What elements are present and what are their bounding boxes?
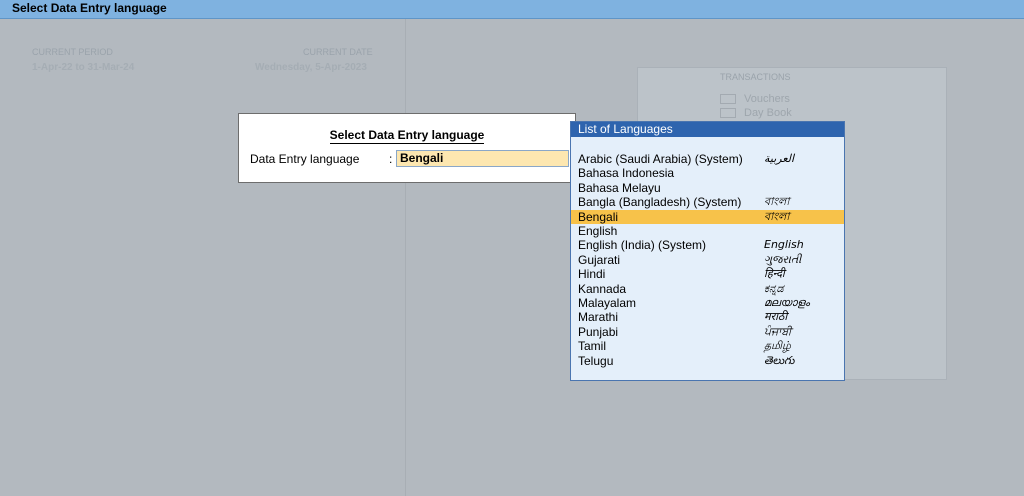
language-native-name: বাংলা (764, 195, 790, 209)
language-item[interactable]: Bengali বাংলা (571, 209, 844, 224)
current-period-label: CURRENT PERIOD (32, 47, 113, 57)
language-name: Marathi (578, 310, 619, 325)
language-native-name: English (764, 238, 804, 252)
language-native-name: العربية (764, 152, 795, 165)
field-colon: : (389, 152, 393, 166)
language-native-name: हिन्दी (764, 267, 785, 281)
language-native-name: मराठी (764, 310, 788, 324)
language-name: Hindi (578, 267, 606, 282)
data-entry-language-label: Data Entry language (250, 152, 360, 166)
languages-list-header: List of Languages (571, 122, 844, 137)
current-period-value: 1-Apr-22 to 31-Mar-24 (32, 62, 135, 73)
language-item[interactable]: Gujarati ગુજરાતી (571, 253, 844, 267)
language-item[interactable]: English (571, 224, 844, 238)
language-item[interactable]: Bahasa Indonesia (571, 166, 844, 180)
language-item[interactable]: Hindi हिन्दी (571, 267, 844, 281)
language-item[interactable]: Malayalam മലയാളം (571, 296, 844, 310)
window-titlebar: Select Data Entry language (0, 0, 1024, 19)
select-language-dialog: Select Data Entry language Data Entry la… (238, 113, 576, 183)
language-name: Bengali (578, 209, 619, 224)
language-name: Arabic (Saudi Arabia) (System) (578, 152, 743, 166)
language-item[interactable]: Bahasa Melayu (571, 181, 844, 195)
panel-divider (405, 19, 406, 496)
language-name: Bangla (Bangladesh) (System) (578, 195, 742, 210)
current-date-label: CURRENT DATE (303, 47, 373, 57)
language-native-name: ಕನ್ನಡ (764, 281, 784, 295)
language-item[interactable]: Punjabi ਪੰਜਾਬੀ (571, 325, 844, 339)
language-name: English (578, 224, 618, 238)
language-item[interactable]: Tamil தமிழ் (571, 339, 844, 353)
language-name: Gujarati (578, 252, 621, 267)
language-name: English (India) (System) (578, 238, 707, 253)
language-native-name: తెలుగు (764, 353, 795, 367)
day-book-icon (720, 108, 736, 119)
language-item[interactable]: English (India) (System) English (571, 238, 844, 252)
language-name: Punjabi (578, 324, 619, 339)
voucher-icon (720, 94, 736, 105)
language-item[interactable]: Bangla (Bangladesh) (System) বাংলা (571, 195, 844, 209)
data-entry-language-field[interactable]: Bengali (396, 150, 569, 167)
language-name: Kannada (578, 281, 627, 296)
language-name: Malayalam (578, 296, 637, 310)
transactions-heading: TRANSACTIONS (720, 72, 791, 82)
language-native-name: বাংলা (764, 209, 790, 223)
language-item[interactable]: Marathi मराठी (571, 310, 844, 324)
language-native-name: ਪੰਜਾਬੀ (764, 324, 792, 338)
window-title: Select Data Entry language (12, 1, 167, 15)
language-item[interactable]: Kannada ಕನ್ನಡ (571, 282, 844, 296)
language-name: Bahasa Melayu (578, 180, 661, 195)
languages-list: List of Languages Arabic (Saudi Arabia) … (570, 121, 845, 381)
day-book-menu-item[interactable]: Day Book (720, 107, 792, 119)
day-book-label: Day Book (744, 107, 792, 119)
vouchers-label: Vouchers (744, 93, 790, 105)
language-item[interactable]: Arabic (Saudi Arabia) (System) العربية (571, 152, 844, 166)
language-native-name: മലയാളം (764, 296, 810, 309)
language-name: Tamil (578, 339, 607, 354)
language-item[interactable]: Telugu తెలుగు (571, 354, 844, 368)
language-name: Bahasa Indonesia (578, 166, 675, 181)
dialog-title: Select Data Entry language (329, 128, 485, 144)
vouchers-menu-item[interactable]: Vouchers (720, 93, 790, 105)
current-date-value: Wednesday, 5-Apr-2023 (255, 62, 367, 73)
language-native-name: தமிழ் (764, 339, 791, 353)
language-name: Telugu (578, 353, 614, 368)
language-native-name: ગુજરાતી (764, 252, 802, 266)
